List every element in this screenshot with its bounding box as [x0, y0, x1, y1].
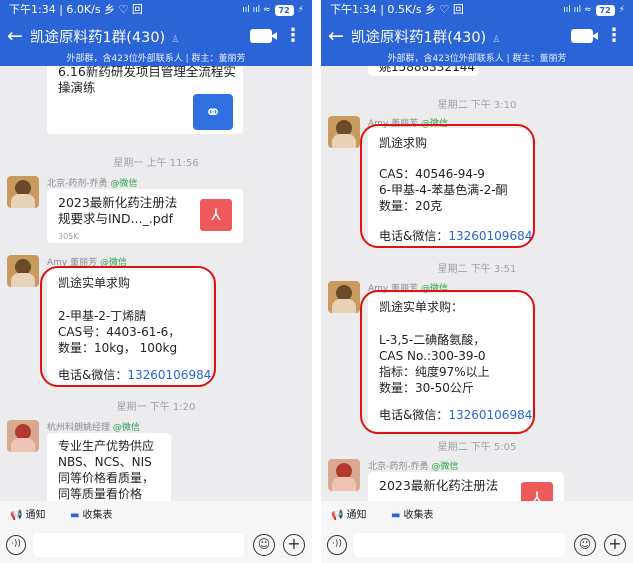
timestamp: 星期二 下午 3:51 [437, 264, 517, 275]
plus-icon[interactable]: + [283, 534, 305, 556]
video-camera-icon[interactable] [571, 29, 598, 43]
video-camera-icon[interactable] [250, 29, 277, 43]
chat-header: ← 凯途原料药1群(430) ♙ ⋮ [0, 20, 312, 52]
sender-name: 北京-药剂-乔勇 @微信 [368, 462, 459, 472]
status-bar: 下午1:34 | 0.5K/s 乡 ♡ 回 ııl ııl ≈ 72 ⚡ [321, 0, 633, 20]
chat-pane-right: 下午1:34 | 0.5K/s 乡 ♡ 回 ııl ııl ≈ 72 ⚡ ← 凯… [321, 0, 633, 563]
file-message[interactable]: 2023最新化药注册法 规要求与IND..._.pdf 305K ⅄ [47, 189, 243, 243]
chat-pane-left: 下午1:34 | 6.0K/s 乡 ♡ 回 ııl ııl ≈ 72 ⚡ ← 凯… [0, 0, 312, 563]
form-icon: ▬ [391, 510, 401, 521]
more-vertical-icon[interactable]: ⋮ [605, 20, 623, 52]
status-time-speed: 下午1:34 | 6.0K/s 乡 ♡ 回 [9, 3, 143, 16]
voice-icon[interactable]: ·)) [6, 535, 26, 555]
megaphone-icon: 📢 [331, 510, 344, 521]
timestamp: 星期二 下午 5:05 [437, 442, 517, 453]
chat-title: 凯途原料药1群(430) ♙ [351, 29, 501, 46]
arrow-left-icon[interactable]: ← [321, 20, 351, 52]
pdf-file-icon: ⅄ [200, 199, 232, 231]
file-message[interactable]: 2023最新化药注册法 ⅄ [368, 472, 564, 501]
plus-icon[interactable]: + [604, 534, 626, 556]
voice-icon[interactable]: ·)) [327, 535, 347, 555]
avatar[interactable] [7, 176, 39, 208]
highlight-circle [360, 124, 535, 248]
message-input[interactable] [33, 533, 244, 557]
text-message[interactable]: 姚15888332144 [368, 66, 478, 76]
status-time-speed: 下午1:34 | 0.5K/s 乡 ♡ 回 [330, 3, 464, 16]
avatar[interactable] [328, 459, 360, 491]
status-bar: 下午1:34 | 6.0K/s 乡 ♡ 回 ııl ııl ≈ 72 ⚡ [0, 0, 312, 20]
input-area: 📢 通知 ▬ 收集表 ·)) ☺ + [0, 501, 312, 563]
file-size: 305K [58, 232, 79, 241]
quick-form-button[interactable]: ▬ 收集表 [391, 507, 433, 525]
timestamp: 星期二 下午 3:10 [437, 100, 517, 111]
link-icon: ⚭ [193, 94, 233, 130]
screenshot: 下午1:34 | 6.0K/s 乡 ♡ 回 ııl ııl ≈ 72 ⚡ ← 凯… [0, 0, 633, 563]
form-icon: ▬ [70, 510, 80, 521]
top-bar: 下午1:34 | 6.0K/s 乡 ♡ 回 ııl ııl ≈ 72 ⚡ ← 凯… [0, 0, 312, 66]
pane-divider [312, 0, 321, 563]
text-message[interactable]: 专业生产优势供应 NBS、NCS、NIS 同等价格看质量， 同等质量看价格 [47, 433, 171, 501]
chat-header: ← 凯途原料药1群(430) ♙ ⋮ [321, 20, 633, 52]
quick-notice-button[interactable]: 📢 通知 [10, 507, 45, 525]
quick-form-button[interactable]: ▬ 收集表 [70, 507, 112, 525]
chat-list[interactable]: 姚15888332144 星期二 下午 3:10 Amy 董丽芳 @微信 凯途求… [321, 66, 633, 501]
input-area: 📢 通知 ▬ 收集表 ·)) ☺ + [321, 501, 633, 563]
avatar[interactable] [328, 116, 360, 148]
emoji-icon[interactable]: ☺ [253, 534, 275, 556]
avatar[interactable] [328, 281, 360, 313]
battery-icon: 72 [595, 4, 615, 16]
more-vertical-icon[interactable]: ⋮ [284, 20, 302, 52]
group-tag-icon: ♙ [492, 34, 501, 45]
pdf-file-icon: ⅄ [521, 482, 553, 501]
group-subtitle: 外部群，含423位外部联系人 | 群主：董丽芳 [387, 54, 567, 64]
signal-icon: ııl ııl ≈ [563, 5, 592, 15]
avatar[interactable] [7, 255, 39, 287]
timestamp: 星期一 上午 11:56 [113, 158, 199, 169]
group-subtitle: 外部群，含423位外部联系人 | 群主：董丽芳 [66, 54, 246, 64]
avatar[interactable] [7, 420, 39, 452]
signal-icon: ııl ııl ≈ [242, 5, 271, 15]
sender-name: 北京-药剂-乔勇 @微信 [47, 179, 138, 189]
chat-title: 凯途原料药1群(430) ♙ [30, 29, 180, 46]
emoji-icon[interactable]: ☺ [574, 534, 596, 556]
battery-icon: 72 [274, 4, 294, 16]
group-tag-icon: ♙ [171, 34, 180, 45]
quick-notice-button[interactable]: 📢 通知 [331, 507, 366, 525]
link-card[interactable]: 6.16新药研发项目管理全流程实 操演练 ⚭ [47, 66, 243, 134]
charging-icon: ⚡ [297, 5, 304, 15]
highlight-circle [40, 266, 216, 387]
charging-icon: ⚡ [618, 5, 625, 15]
megaphone-icon: 📢 [10, 510, 23, 521]
highlight-circle [360, 290, 535, 434]
arrow-left-icon[interactable]: ← [0, 20, 30, 52]
message-input[interactable] [354, 533, 565, 557]
top-bar: 下午1:34 | 0.5K/s 乡 ♡ 回 ııl ııl ≈ 72 ⚡ ← 凯… [321, 0, 633, 66]
chat-list[interactable]: 6.16新药研发项目管理全流程实 操演练 ⚭ 星期一 上午 11:56 北京-药… [0, 66, 312, 501]
timestamp: 星期一 下午 1:20 [116, 402, 196, 413]
sender-name: 杭州科朗姚经理 @微信 [47, 423, 140, 433]
